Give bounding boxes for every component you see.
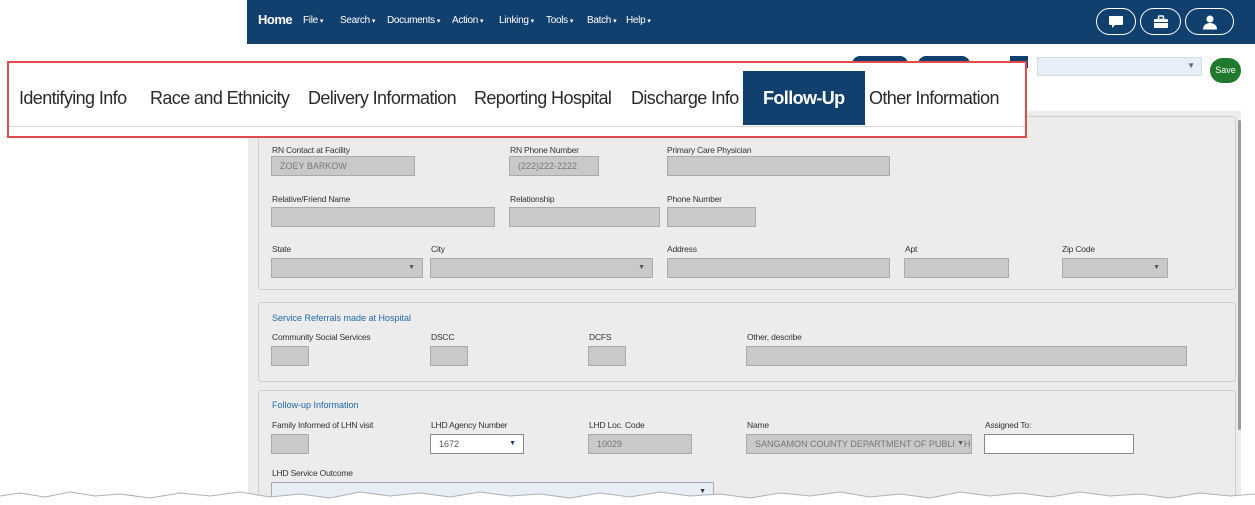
chevron-down-icon: ▼ <box>1187 61 1195 70</box>
zip-code-select[interactable]: ▼ <box>1062 258 1168 278</box>
relative-name-label: Relative/Friend Name <box>272 194 351 204</box>
nav-batch[interactable]: Batch ▾ <box>587 15 617 26</box>
family-informed-label: Family Informed of LHN visit <box>272 420 374 430</box>
address-field[interactable] <box>667 258 890 278</box>
assigned-to-field[interactable] <box>984 434 1134 454</box>
tab-other-information[interactable]: Other Information <box>869 71 999 125</box>
rn-contact-field[interactable]: ZOEY BARKOW <box>271 156 415 176</box>
dcfs-field[interactable] <box>588 346 626 366</box>
tab-follow-up[interactable]: Follow-Up <box>743 71 865 125</box>
tab-reporting-hospital[interactable]: Reporting Hospital <box>474 71 612 125</box>
top-nav-bar: Home File ▾ Search ▾ Documents ▾ Action ▾ Li… <box>247 0 1255 44</box>
nav-search[interactable]: Search ▾ <box>340 15 375 26</box>
rn-phone-label: RN Phone Number <box>510 145 579 155</box>
nav-home[interactable]: Home <box>258 12 293 27</box>
service-outcome-label: LHD Service Outcome <box>272 468 353 478</box>
loc-code-field[interactable]: 10029 <box>588 434 692 454</box>
dscc-label: DSCC <box>431 332 455 342</box>
user-icon <box>1202 15 1217 29</box>
nav-tools[interactable]: Tools ▾ <box>546 15 573 26</box>
agency-name-select[interactable]: SANGAMON COUNTY DEPARTMENT OF PUBLIC HEA… <box>746 434 972 454</box>
family-informed-field[interactable] <box>271 434 309 454</box>
save-button[interactable]: Save <box>1210 58 1241 83</box>
pcp-label: Primary Care Physician <box>667 145 752 155</box>
chevron-down-icon: ▼ <box>954 435 964 453</box>
referrals-section-title: Service Referrals made at Hospital <box>272 313 412 323</box>
tab-race-and-ethnicity[interactable]: Race and Ethnicity <box>150 71 290 125</box>
nav-help[interactable]: Help ▾ <box>626 15 651 26</box>
scrollbar[interactable] <box>1238 120 1241 430</box>
relative-name-field[interactable] <box>271 207 495 227</box>
nav-file[interactable]: File ▾ <box>303 15 323 26</box>
community-services-field[interactable] <box>271 346 309 366</box>
chevron-down-icon: ▼ <box>638 264 645 271</box>
apt-label: Apt <box>905 244 918 254</box>
chevron-down-icon: ▼ <box>509 440 516 447</box>
agency-name-label: Name <box>747 420 769 430</box>
briefcase-icon <box>1153 14 1168 28</box>
agency-number-label: LHD Agency Number <box>431 420 508 430</box>
tab-discharge-info[interactable]: Discharge Info <box>631 71 739 125</box>
phone-number-label: Phone Number <box>667 194 722 204</box>
nav-linking[interactable]: Linking ▾ <box>499 15 534 26</box>
assigned-to-label: Assigned To: <box>985 420 1032 430</box>
state-label: State <box>272 244 291 254</box>
chat-icon <box>1109 15 1123 28</box>
relationship-label: Relationship <box>510 194 555 204</box>
chevron-down-icon: ▼ <box>1153 264 1160 271</box>
loc-code-label: LHD Loc. Code <box>589 420 645 430</box>
address-label: Address <box>667 244 697 254</box>
section-tab-bar: Identifying Info Race and Ethnicity Deli… <box>7 61 1027 138</box>
chat-button[interactable] <box>1096 8 1136 35</box>
record-select[interactable]: ▼ <box>1037 57 1202 76</box>
rn-phone-field[interactable]: (222)222-2222 <box>509 156 599 176</box>
agency-number-select[interactable]: 1672 ▼ <box>430 434 524 454</box>
state-select[interactable]: ▼ <box>271 258 423 278</box>
pcp-field[interactable] <box>667 156 890 176</box>
nav-action[interactable]: Action ▾ <box>452 15 484 26</box>
followup-section-title: Follow-up Information <box>272 400 359 410</box>
user-button[interactable] <box>1185 8 1234 35</box>
phone-number-field[interactable] <box>667 207 756 227</box>
apt-field[interactable] <box>904 258 1009 278</box>
other-describe-label: Other, describe <box>747 332 802 342</box>
dcfs-label: DCFS <box>589 332 612 342</box>
zip-code-label: Zip Code <box>1062 244 1095 254</box>
tab-identifying-info[interactable]: Identifying Info <box>19 71 127 125</box>
dscc-field[interactable] <box>430 346 468 366</box>
nav-documents[interactable]: Documents ▾ <box>387 15 440 26</box>
rn-contact-label: RN Contact at Facility <box>272 145 350 155</box>
city-label: City <box>431 244 445 254</box>
torn-edge-decoration <box>0 491 1255 505</box>
other-describe-field[interactable] <box>746 346 1187 366</box>
community-services-label: Community Social Services <box>272 332 371 342</box>
tab-delivery-information[interactable]: Delivery Information <box>308 71 457 125</box>
briefcase-button[interactable] <box>1140 8 1181 35</box>
chevron-down-icon: ▼ <box>408 264 415 271</box>
relationship-field[interactable] <box>509 207 660 227</box>
city-select[interactable]: ▼ <box>430 258 653 278</box>
